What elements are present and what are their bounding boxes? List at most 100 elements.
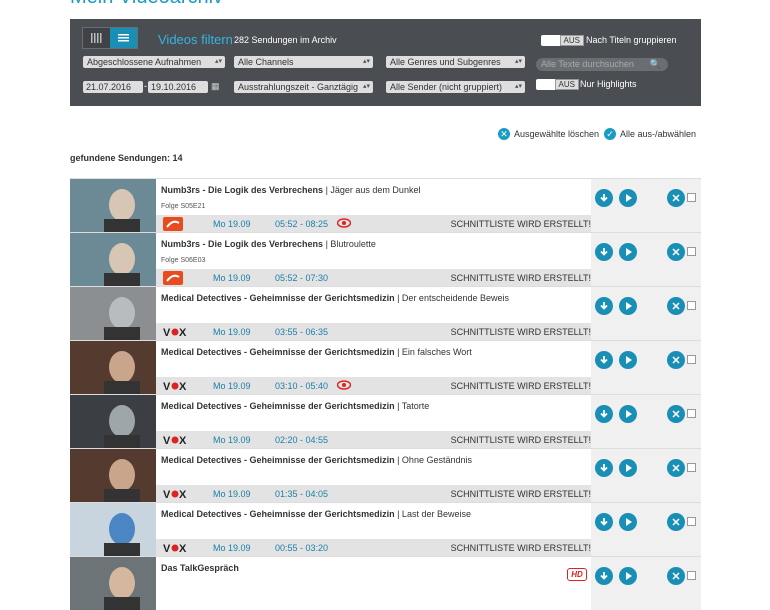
- delete-button[interactable]: ✕: [667, 351, 685, 369]
- thumbnail-image[interactable]: [70, 449, 156, 502]
- broadcast-date: Mo 19.09: [213, 543, 251, 553]
- delete-button[interactable]: ✕: [667, 513, 685, 531]
- delete-button[interactable]: ✕: [667, 243, 685, 261]
- recordings-select[interactable]: Abgeschlossene Aufnahmen ▴▾: [83, 56, 225, 68]
- download-button[interactable]: [595, 297, 613, 315]
- close-icon: ✕: [671, 408, 681, 421]
- row-select-area: [661, 449, 701, 502]
- sender-select[interactable]: Alle Sender (nicht gruppiert) ▴▾: [386, 81, 525, 93]
- thumbnail-image[interactable]: [70, 341, 156, 394]
- thumbnail-image[interactable]: [70, 557, 156, 610]
- toggle-state: AUS: [554, 79, 579, 90]
- select-value: Alle Genres und Subgenres: [390, 57, 501, 67]
- table-row[interactable]: Numb3rs - Die Logik des Verbrechens | Bl…: [70, 232, 701, 286]
- select-checkbox[interactable]: [687, 409, 696, 418]
- download-button[interactable]: [595, 351, 613, 369]
- table-row[interactable]: Medical Detectives - Geheimnisse der Ger…: [70, 448, 701, 502]
- delete-selected-button[interactable]: ✕ Ausgewählte löschen: [498, 128, 599, 140]
- play-button[interactable]: [619, 513, 637, 531]
- recording-title[interactable]: Medical Detectives - Geheimnisse der Ger…: [161, 347, 472, 357]
- svg-text:X: X: [179, 435, 187, 446]
- download-icon: [600, 302, 608, 310]
- select-caret-icon: ▴▾: [362, 83, 370, 90]
- download-button[interactable]: [595, 405, 613, 423]
- play-button[interactable]: [619, 243, 637, 261]
- recording-title[interactable]: Numb3rs - Die Logik des Verbrechens | Jä…: [161, 185, 420, 195]
- select-checkbox[interactable]: [687, 463, 696, 472]
- table-row[interactable]: Das TalkGespräch HD ✕: [70, 556, 701, 610]
- play-button[interactable]: [619, 351, 637, 369]
- broadcast-date: Mo 19.09: [213, 381, 251, 391]
- grid-view-icon: [91, 33, 102, 43]
- download-button[interactable]: [595, 243, 613, 261]
- table-row[interactable]: Medical Detectives - Geheimnisse der Ger…: [70, 502, 701, 556]
- delete-button[interactable]: ✕: [667, 297, 685, 315]
- table-row[interactable]: Numb3rs - Die Logik des Verbrechens | Jä…: [70, 178, 701, 232]
- svg-text:V: V: [163, 327, 171, 338]
- date-from-input[interactable]: 21.07.2016: [83, 81, 143, 93]
- select-checkbox[interactable]: [687, 301, 696, 310]
- download-button[interactable]: [595, 567, 613, 585]
- status-text: SCHNITTLISTE WIRD ERSTELLT!: [450, 489, 591, 499]
- status-text: SCHNITTLISTE WIRD ERSTELLT!: [450, 435, 591, 445]
- broadcast-time: 03:55 - 06:35: [275, 327, 329, 337]
- series-title: Das TalkGespräch: [161, 563, 239, 573]
- broadcast-date: Mo 19.09: [213, 273, 251, 283]
- select-checkbox[interactable]: [687, 247, 696, 256]
- table-row[interactable]: Medical Detectives - Geheimnisse der Ger…: [70, 340, 701, 394]
- broadcast-date: Mo 19.09: [213, 489, 251, 499]
- recording-title[interactable]: Medical Detectives - Geheimnisse der Ger…: [161, 455, 472, 465]
- play-button[interactable]: [619, 405, 637, 423]
- delete-button[interactable]: ✕: [667, 459, 685, 477]
- play-button[interactable]: [619, 189, 637, 207]
- recording-title[interactable]: Medical Detectives - Geheimnisse der Ger…: [161, 293, 509, 303]
- grid-view-button[interactable]: [83, 28, 110, 48]
- select-caret-icon: ▴▾: [362, 58, 370, 65]
- genres-select[interactable]: Alle Genres und Subgenres ▴▾: [386, 56, 525, 68]
- download-icon: [600, 356, 608, 364]
- recording-title[interactable]: Medical Detectives - Geheimnisse der Ger…: [161, 401, 429, 411]
- list-view-button[interactable]: [110, 28, 137, 48]
- group-by-title-toggle[interactable]: AUS: [541, 35, 584, 46]
- airtime-select[interactable]: Ausstrahlungszeit - Ganztägig ▴▾: [234, 81, 373, 93]
- play-button[interactable]: [619, 567, 637, 585]
- row-select-area: [661, 179, 701, 232]
- result-count: gefundene Sendungen: 14: [70, 153, 183, 163]
- recording-title[interactable]: Numb3rs - Die Logik des Verbrechens | Bl…: [161, 239, 376, 249]
- close-icon: ✕: [671, 300, 681, 313]
- thumbnail-image[interactable]: [70, 287, 156, 340]
- download-icon: [600, 194, 608, 202]
- thumbnail-image[interactable]: [70, 179, 156, 232]
- play-button[interactable]: [619, 459, 637, 477]
- delete-button[interactable]: ✕: [667, 189, 685, 207]
- thumbnail-image[interactable]: [70, 233, 156, 286]
- thumbnail-image[interactable]: [70, 395, 156, 448]
- calendar-icon[interactable]: ▦: [211, 81, 220, 92]
- download-button[interactable]: [595, 513, 613, 531]
- delete-button[interactable]: ✕: [667, 405, 685, 423]
- channel-logo: VX: [163, 541, 189, 555]
- recording-title[interactable]: Medical Detectives - Geheimnisse der Ger…: [161, 509, 471, 519]
- recording-title[interactable]: Das TalkGespräch: [161, 563, 239, 573]
- select-checkbox[interactable]: [687, 571, 696, 580]
- table-row[interactable]: Medical Detectives - Geheimnisse der Ger…: [70, 394, 701, 448]
- channels-select[interactable]: Alle Channels ▴▾: [234, 56, 373, 68]
- play-button[interactable]: [619, 297, 637, 315]
- svg-text:X: X: [179, 543, 187, 554]
- highlights-toggle[interactable]: AUS: [536, 79, 579, 90]
- select-checkbox[interactable]: [687, 355, 696, 364]
- download-button[interactable]: [595, 189, 613, 207]
- date-to-input[interactable]: 19.10.2016: [148, 81, 208, 93]
- page-title: Mein Videoarchiv: [70, 0, 223, 9]
- svg-text:V: V: [163, 489, 171, 500]
- select-value: Ausstrahlungszeit - Ganztägig: [238, 82, 359, 92]
- search-input[interactable]: Alle Texte durchsuchen 🔍: [536, 58, 668, 71]
- table-row[interactable]: Medical Detectives - Geheimnisse der Ger…: [70, 286, 701, 340]
- delete-button[interactable]: ✕: [667, 567, 685, 585]
- status-text: SCHNITTLISTE WIRD ERSTELLT!: [450, 273, 591, 283]
- select-checkbox[interactable]: [687, 193, 696, 202]
- download-button[interactable]: [595, 459, 613, 477]
- select-all-button[interactable]: ✓ Alle aus-/abwählen: [604, 128, 696, 140]
- select-checkbox[interactable]: [687, 517, 696, 526]
- thumbnail-image[interactable]: [70, 503, 156, 556]
